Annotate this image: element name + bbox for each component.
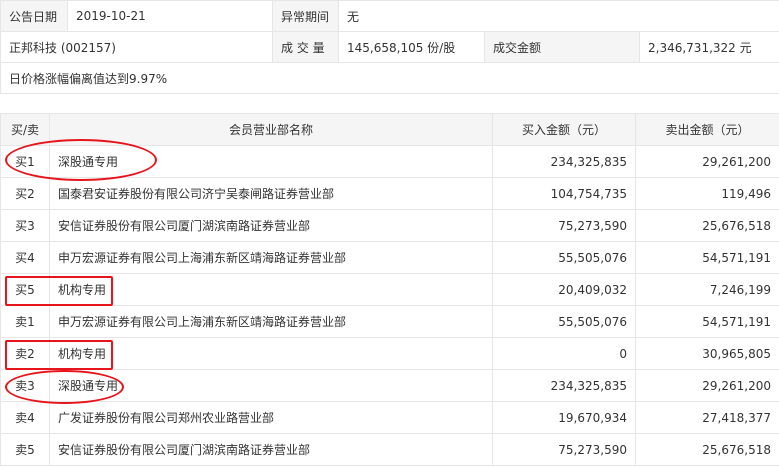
row-sell: 25,676,518 [635,209,779,242]
row-name: 深股通专用 [49,369,493,402]
reason-text: 日价格涨幅偏离值达到9.97% [0,62,779,94]
table-row: 卖4 广发证券股份有限公司郑州农业路营业部 19,670,934 27,418,… [0,401,779,434]
row-sell: 30,965,805 [635,337,779,370]
row-sell: 54,571,191 [635,305,779,338]
volume-value: 145,658,105 份/股 [338,31,485,63]
row-name: 安信证券股份有限公司厦门湖滨南路证券营业部 [49,209,493,242]
row-buy: 75,273,590 [492,209,636,242]
row-buy: 234,325,835 [492,145,636,178]
period-value: 无 [338,0,779,32]
row-sell: 7,246,199 [635,273,779,306]
row-name: 机构专用 [49,337,493,370]
table-row: 卖2 机构专用 0 30,965,805 [0,337,779,370]
table-row: 卖3 深股通专用 234,325,835 29,261,200 [0,369,779,402]
date-value: 2019-10-21 [67,0,273,32]
trades-table: 买/卖 会员营业部名称 买入金额（元） 卖出金额（元） 买1 深股通专用 234… [0,113,779,466]
row-side: 买4 [0,241,50,274]
row-side: 买5 [0,273,50,306]
header-sell: 卖出金额（元） [635,113,779,146]
stock-name: 正邦科技 (002157) [0,31,273,63]
amount-label: 成交金额 [484,31,640,63]
header-buy: 买入金额（元） [492,113,636,146]
table-row: 买1 深股通专用 234,325,835 29,261,200 [0,145,779,178]
row-side: 买2 [0,177,50,210]
row-sell: 27,418,377 [635,401,779,434]
row-buy: 234,325,835 [492,369,636,402]
table-row: 买5 机构专用 20,409,032 7,246,199 [0,273,779,306]
row-side: 买3 [0,209,50,242]
date-label: 公告日期 [0,0,68,32]
row-buy: 75,273,590 [492,433,636,466]
row-side: 卖4 [0,401,50,434]
period-label: 异常期间 [272,0,339,32]
header-side: 买/卖 [0,113,50,146]
row-name: 安信证券股份有限公司厦门湖滨南路证券营业部 [49,433,493,466]
row-buy: 20,409,032 [492,273,636,306]
row-side: 卖5 [0,433,50,466]
row-sell: 54,571,191 [635,241,779,274]
section-gap [0,95,779,113]
row-name: 深股通专用 [49,145,493,178]
row-side: 卖2 [0,337,50,370]
table-row: 买2 国泰君安证券股份有限公司济宁吴泰闸路证券营业部 104,754,735 1… [0,177,779,210]
table-row: 买4 申万宏源证券有限公司上海浦东新区靖海路证券营业部 55,505,076 5… [0,241,779,274]
row-side: 买1 [0,145,50,178]
row-sell: 25,676,518 [635,433,779,466]
row-buy: 55,505,076 [492,305,636,338]
row-buy: 0 [492,337,636,370]
table-row: 卖5 安信证券股份有限公司厦门湖滨南路证券营业部 75,273,590 25,6… [0,433,779,466]
row-side: 卖3 [0,369,50,402]
row-sell: 119,496 [635,177,779,210]
amount-value: 2,346,731,322 元 [639,31,779,63]
row-name: 申万宏源证券有限公司上海浦东新区靖海路证券营业部 [49,241,493,274]
row-buy: 55,505,076 [492,241,636,274]
row-buy: 104,754,735 [492,177,636,210]
row-side: 卖1 [0,305,50,338]
row-name: 机构专用 [49,273,493,306]
row-name: 申万宏源证券有限公司上海浦东新区靖海路证券营业部 [49,305,493,338]
info-table: 公告日期 2019-10-21 异常期间 无 正邦科技 (002157) 成 交… [0,0,779,94]
row-sell: 29,261,200 [635,369,779,402]
volume-label: 成 交 量 [272,31,339,63]
table-row: 卖1 申万宏源证券有限公司上海浦东新区靖海路证券营业部 55,505,076 5… [0,305,779,338]
table-row: 买3 安信证券股份有限公司厦门湖滨南路证券营业部 75,273,590 25,6… [0,209,779,242]
row-name: 国泰君安证券股份有限公司济宁吴泰闸路证券营业部 [49,177,493,210]
row-name: 广发证券股份有限公司郑州农业路营业部 [49,401,493,434]
row-buy: 19,670,934 [492,401,636,434]
header-name: 会员营业部名称 [49,113,493,146]
row-sell: 29,261,200 [635,145,779,178]
